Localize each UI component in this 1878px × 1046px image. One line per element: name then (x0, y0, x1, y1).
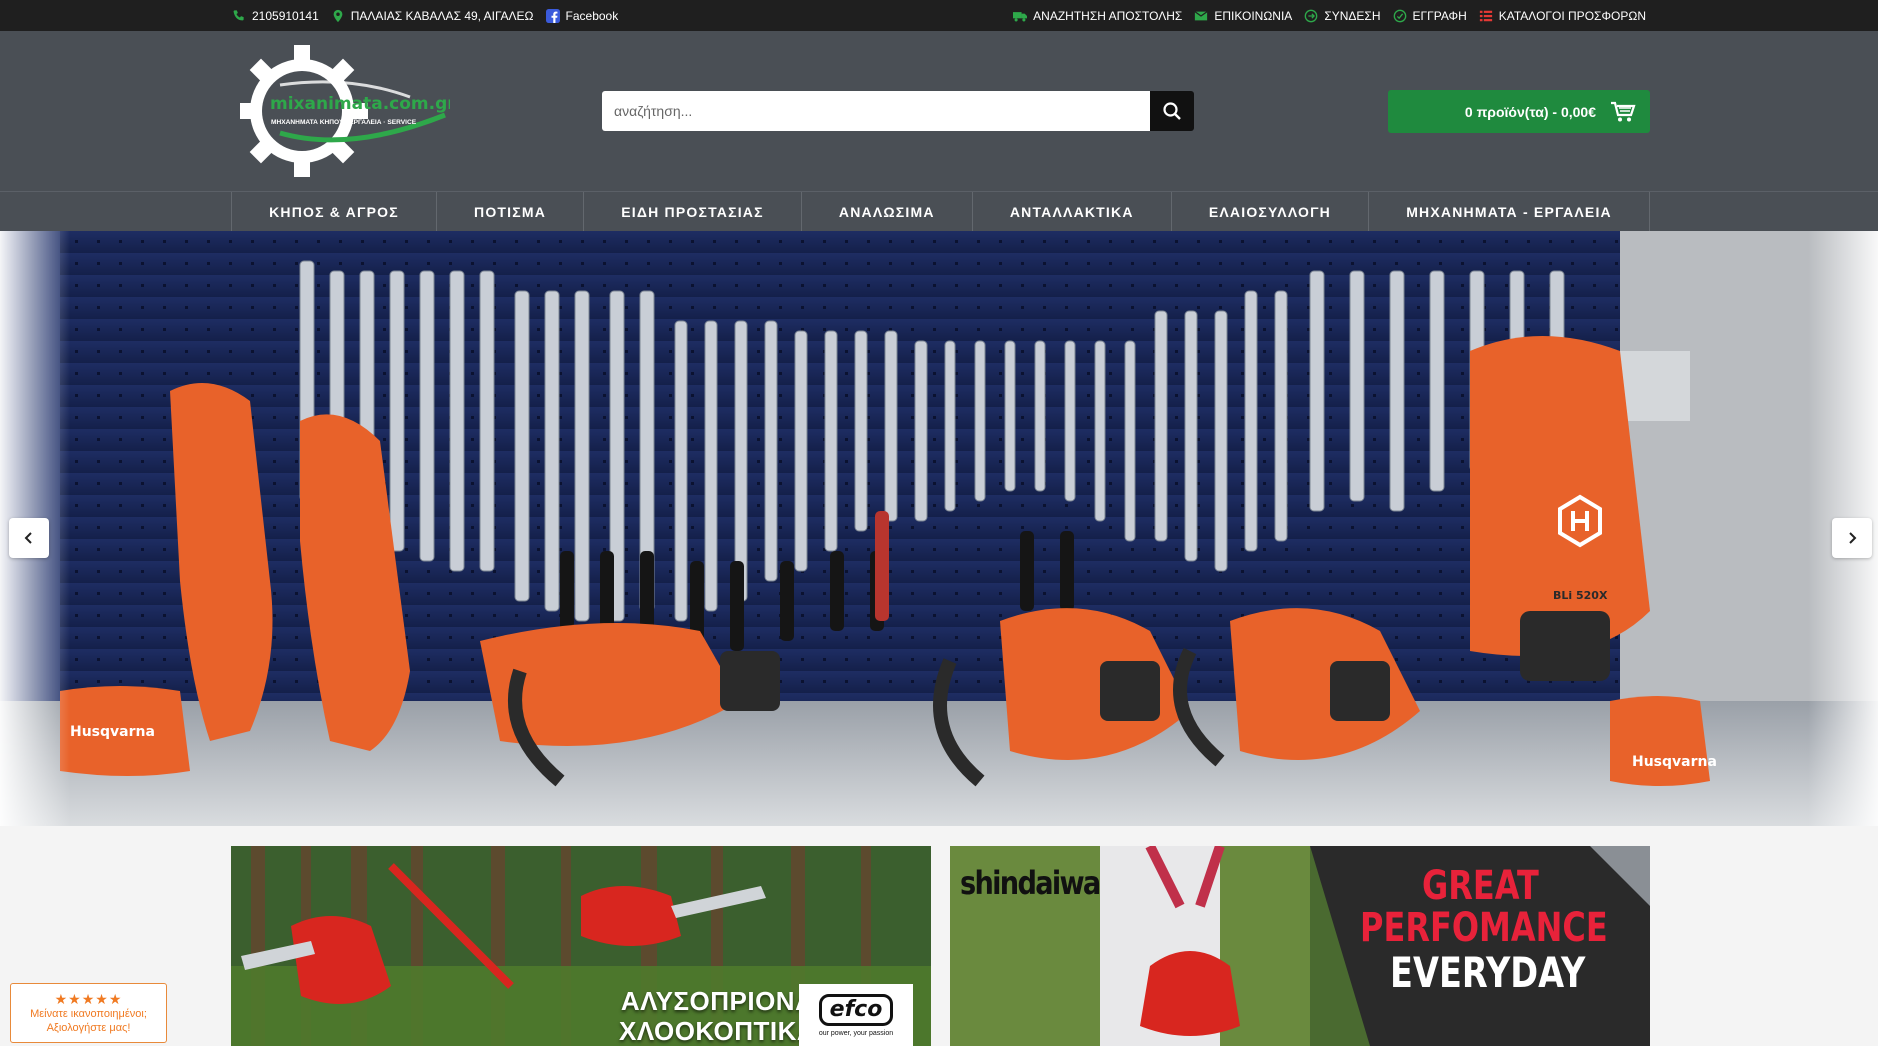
truck-icon (1013, 11, 1028, 21)
slider-prev-button[interactable] (9, 518, 49, 558)
logo-text: mixanimata.com.gr (270, 94, 450, 114)
promo-banner-shindaiwa[interactable]: shindaiwa GREAT PERFOMANCE EVERYDAY (950, 846, 1650, 1046)
envelope-icon (1194, 10, 1208, 20)
login-link[interactable]: ΣΥΝΔΕΣΗ (1304, 8, 1381, 23)
rating-widget[interactable]: ★★★★★ Μείνατε ικανοποιημένοι; Αξιολογήστ… (10, 983, 167, 1043)
track-shipment-label: ΑΝΑΖΗΤΗΣΗ ΑΠΟΣΤΟΛΗΣ (1033, 8, 1183, 23)
site-header: mixanimata.com.gr ΜΗΧΑΝΗΜΑΤΑ ΚΗΠΟΥ · ΕΡΓ… (0, 31, 1878, 191)
search-button[interactable] (1150, 91, 1194, 131)
nav-item-consumables[interactable]: ΑΝΑΛΩΣΙΜΑ (802, 192, 973, 232)
hero-model-label: BLi 520X (1553, 589, 1608, 602)
hero-image: Husqvarna Husqvarna BLi 520X (0, 231, 1878, 826)
nav-item-machines-tools[interactable]: ΜΗΧΑΝΗΜΑΤΑ - ΕΡΓΑΛΕΙΑ (1369, 192, 1650, 232)
facebook-icon (545, 8, 560, 23)
rating-prompt-line2: Αξιολογήστε μας! (46, 1022, 131, 1034)
efco-logo: efco (818, 993, 894, 1026)
main-navigation: ΚΗΠΟΣ & ΑΓΡΟΣ ΠΟΤΙΣΜΑ ΕΙΔΗ ΠΡΟΣΤΑΣΙΑΣ ΑΝ… (0, 191, 1878, 232)
login-label: ΣΥΝΔΕΣΗ (1324, 8, 1381, 23)
offer-catalogs-label: ΚΑΤΑΛΟΓΟΙ ΠΡΟΣΦΟΡΩΝ (1498, 8, 1646, 23)
login-icon (1304, 9, 1318, 22)
register-link[interactable]: ΕΓΓΡΑΦΗ (1393, 9, 1467, 23)
search-bar (602, 91, 1194, 131)
map-pin-icon (333, 9, 343, 22)
facebook-link[interactable]: Facebook (545, 8, 619, 23)
logo-tagline: ΜΗΧΑΝΗΜΑΤΑ ΚΗΠΟΥ · ΕΡΓΑΛΕΙΑ · SERVICE (271, 119, 417, 126)
check-circle-icon (1393, 9, 1406, 22)
contact-info: 2105910141 ΠΑΛΑΙΑΣ ΚΑΒΑΛΑΣ 49, ΑΙΓΑΛΕΩ F… (232, 8, 619, 23)
efco-banner-line2: ΧΛΟΟΚΟΠΤΙΚΑ (619, 1016, 817, 1046)
hero-brand-label-left: Husqvarna (70, 724, 155, 740)
list-icon (1479, 10, 1492, 21)
chevron-left-icon (24, 532, 32, 544)
cart-button[interactable]: 0 προϊόν(τα) - 0,00€ (1388, 90, 1650, 133)
search-input[interactable] (602, 91, 1150, 131)
top-bar: 2105910141 ΠΑΛΑΙΑΣ ΚΑΒΑΛΑΣ 49, ΑΙΓΑΛΕΩ F… (0, 0, 1878, 31)
cart-icon (1611, 101, 1636, 121)
efco-tagline: our power, your passion (818, 1029, 894, 1037)
nav-item-protection[interactable]: ΕΙΔΗ ΠΡΟΣΤΑΣΙΑΣ (584, 192, 802, 232)
slider-next-button[interactable] (1832, 518, 1872, 558)
hero-brand-label-right: Husqvarna (1632, 754, 1717, 770)
shindaiwa-logo: shindaiwa (960, 864, 1101, 902)
efco-logo-box: efco our power, your passion (799, 984, 913, 1046)
shindaiwa-headline-line2: PERFOMANCE (1360, 905, 1608, 951)
promo-banner-efco[interactable]: ΑΛΥΣΟΠΡΙΟΝΑ ΧΛΟΟΚΟΠΤΙΚΑ efco our power, … (231, 846, 931, 1046)
cart-summary: 0 προϊόν(τα) - 0,00€ (1464, 103, 1596, 120)
chevron-right-icon (1849, 532, 1857, 544)
nav-item-irrigation[interactable]: ΠΟΤΙΣΜΑ (437, 192, 585, 232)
address-text: ΠΑΛΑΙΑΣ ΚΑΒΑΛΑΣ 49, ΑΙΓΑΛΕΩ (350, 8, 534, 23)
rating-prompt-line1: Μείνατε ικανοποιημένοι; (30, 1008, 147, 1020)
account-links: ΑΝΑΖΗΤΗΣΗ ΑΠΟΣΤΟΛΗΣ ΕΠΙΚΟΙΝΩΝΙΑ ΣΥΝΔΕΣΗ … (1013, 9, 1646, 23)
phone-link[interactable]: 2105910141 (232, 9, 319, 23)
phone-number: 2105910141 (252, 8, 319, 23)
shindaiwa-headline-line3: EVERYDAY (1390, 948, 1586, 997)
contact-link[interactable]: ΕΠΙΚΟΙΝΩΝΙΑ (1194, 9, 1292, 23)
search-icon (1163, 102, 1181, 120)
nav-item-garden-field[interactable]: ΚΗΠΟΣ & ΑΓΡΟΣ (232, 192, 437, 232)
facebook-label: Facebook (565, 8, 619, 23)
nav-item-spare-parts[interactable]: ΑΝΤΑΛΛΑΚΤΙΚΑ (973, 192, 1172, 232)
track-shipment-link[interactable]: ΑΝΑΖΗΤΗΣΗ ΑΠΟΣΤΟΛΗΣ (1013, 9, 1182, 23)
nav-item-olive-harvest[interactable]: ΕΛΑΙΟΣΥΛΛΟΓΗ (1172, 192, 1370, 232)
efco-banner-headline: ΑΛΥΣΟΠΡΙΟΝΑ ΧΛΟΟΚΟΠΤΙΚΑ (619, 986, 816, 1046)
efco-banner-line1: ΑΛΥΣΟΠΡΙΟΝΑ (620, 986, 815, 1016)
site-logo[interactable]: mixanimata.com.gr ΜΗΧΑΝΗΜΑΤΑ ΚΗΠΟΥ · ΕΡΓ… (240, 45, 450, 177)
shindaiwa-headline-line1: GREAT (1422, 863, 1539, 909)
offer-catalogs-link[interactable]: ΚΑΤΑΛΟΓΟΙ ΠΡΟΣΦΟΡΩΝ (1479, 9, 1646, 23)
contact-label: ΕΠΙΚΟΙΝΩΝΙΑ (1214, 8, 1293, 23)
rating-stars-icon: ★★★★★ (54, 991, 123, 1007)
hero-slider[interactable]: Husqvarna Husqvarna BLi 520X (0, 231, 1878, 826)
register-label: ΕΓΓΡΑΦΗ (1412, 8, 1467, 23)
phone-icon (233, 9, 244, 20)
address-link[interactable]: ΠΑΛΑΙΑΣ ΚΑΒΑΛΑΣ 49, ΑΙΓΑΛΕΩ (331, 9, 534, 23)
